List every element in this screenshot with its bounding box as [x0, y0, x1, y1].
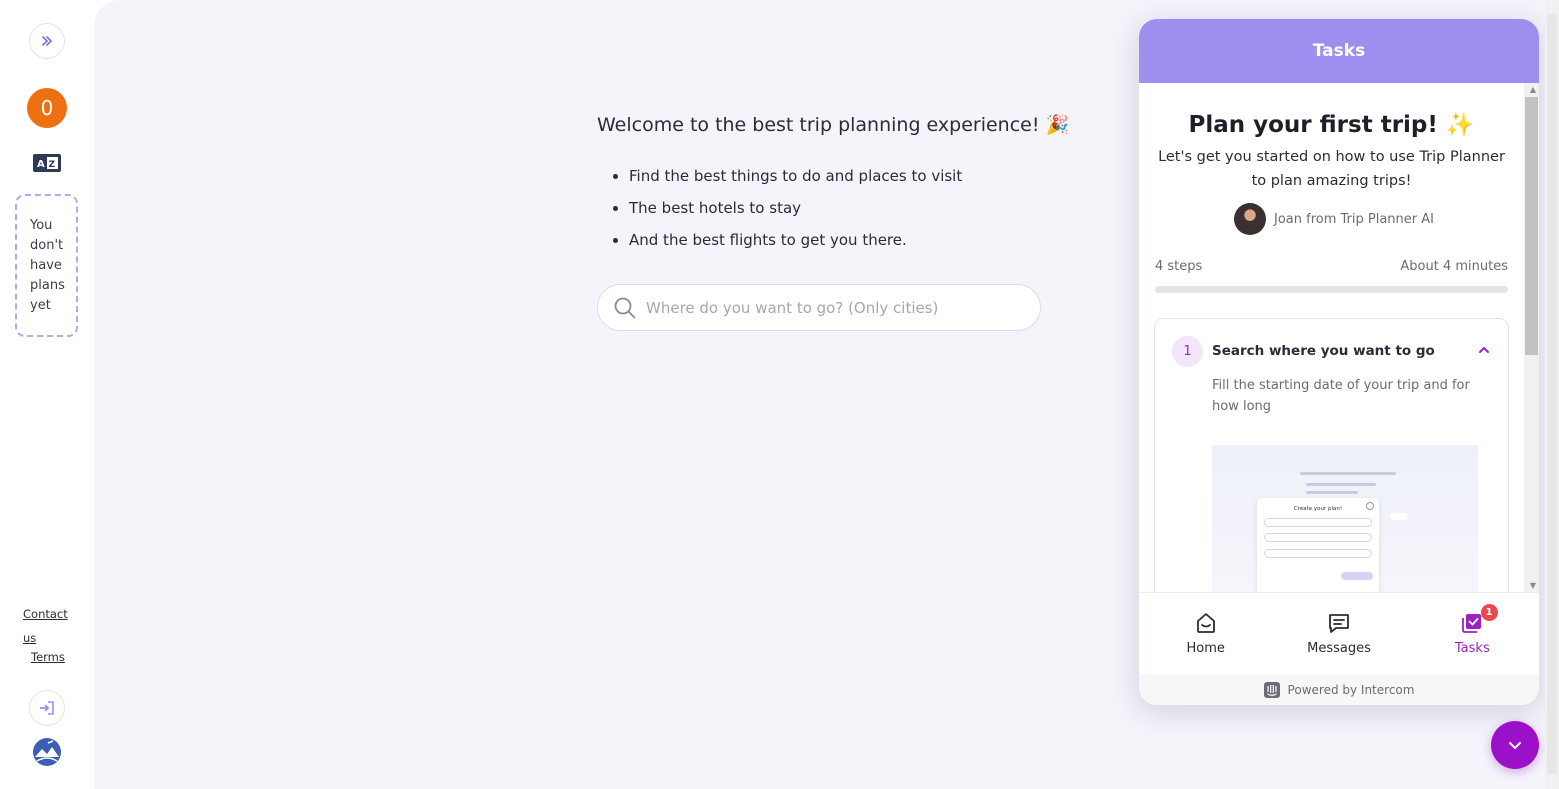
plan-subtitle: Let's get you started on how to use Trip…	[1158, 149, 1505, 189]
intercom-widget: Tasks Plan your first trip! ✨ Let's get …	[1139, 19, 1539, 705]
widget-title: Tasks	[1312, 41, 1366, 61]
list-item: The best hotels to stay	[629, 197, 962, 229]
tasks-badge: 1	[1480, 604, 1498, 621]
empty-plans-text: plans	[30, 278, 65, 293]
terms-link[interactable]: Terms	[31, 650, 65, 664]
empty-plans-text: You	[30, 218, 53, 233]
empty-plans-text: have	[30, 258, 62, 273]
logout-button[interactable]	[29, 690, 65, 726]
intercom-launcher-button[interactable]	[1491, 721, 1539, 769]
trip-planner-logo[interactable]	[32, 737, 62, 767]
expand-sidebar-button[interactable]	[29, 23, 65, 59]
destination-search-input[interactable]	[646, 298, 1026, 317]
feature-list: Find the best things to do and places to…	[629, 165, 962, 261]
nav-tasks-label: Tasks	[1454, 641, 1490, 656]
powered-by-footer[interactable]: Powered by Intercom	[1139, 674, 1539, 705]
search-icon	[614, 297, 636, 318]
author-row: Joan from Trip Planner AI	[1234, 203, 1434, 235]
nav-home-label: Home	[1186, 641, 1225, 656]
nav-tasks[interactable]: Tasks 1	[1406, 593, 1539, 674]
home-icon	[1196, 613, 1215, 633]
widget-scrollbar[interactable]: ▲ ▼	[1524, 83, 1539, 592]
page-scrollbar-thumb[interactable]	[1547, 14, 1557, 774]
list-item: Find the best things to do and places to…	[629, 165, 962, 197]
left-sidebar: 0 A Z You don't have plans yet Contact u…	[0, 0, 94, 789]
step-description: Fill the starting date of your trip and …	[1212, 378, 1470, 414]
scroll-up-icon[interactable]: ▲	[1530, 85, 1536, 94]
author-name: Joan from Trip Planner AI	[1274, 211, 1434, 227]
messages-icon	[1329, 614, 1349, 633]
svg-text:Z: Z	[49, 160, 56, 170]
nav-messages[interactable]: Messages	[1272, 593, 1405, 674]
credits-badge[interactable]: 0	[27, 88, 67, 128]
steps-summary: 4 steps About 4 minutes	[1155, 259, 1508, 274]
scroll-down-icon[interactable]: ▼	[1530, 581, 1536, 590]
double-chevron-right-icon	[42, 36, 53, 46]
contact-us-link[interactable]: Contact us	[23, 602, 71, 650]
chevron-up-icon[interactable]	[1477, 343, 1491, 357]
intercom-icon	[1263, 681, 1280, 698]
nav-home[interactable]: Home	[1139, 593, 1272, 674]
sign-in-icon	[40, 701, 54, 715]
translate-icon[interactable]: A Z	[33, 154, 61, 172]
preview-modal-title: Create your plan!	[1293, 506, 1343, 512]
welcome-heading: Welcome to the best trip planning experi…	[597, 114, 1070, 136]
step-preview-image: Create your plan!	[1212, 445, 1478, 592]
powered-by-text: Powered by Intercom	[1287, 682, 1415, 697]
svg-text:A: A	[37, 159, 45, 170]
widget-body[interactable]: Plan your first trip! ✨ Let's get you st…	[1139, 83, 1539, 592]
widget-nav: Home Messages Tasks 1	[1139, 592, 1539, 674]
steps-count: 4 steps	[1155, 259, 1203, 274]
chevron-down-icon	[1509, 742, 1521, 750]
empty-plans-box: You don't have plans yet	[15, 194, 78, 337]
step-number: 1	[1172, 336, 1203, 367]
plan-title: Plan your first trip! ✨	[1188, 112, 1475, 138]
preview-modal: Create your plan!	[1257, 498, 1379, 592]
step-title[interactable]: Search where you want to go	[1212, 343, 1435, 359]
steps-duration: About 4 minutes	[1400, 259, 1508, 274]
empty-plans-text: yet	[30, 298, 51, 313]
progress-bar	[1155, 286, 1508, 293]
empty-plans-text: don't	[30, 238, 64, 253]
page-scrollbar[interactable]	[1545, 0, 1559, 789]
list-item: And the best flights to get you there.	[629, 229, 962, 261]
step-card[interactable]: 1 Search where you want to go Fill the s…	[1154, 318, 1509, 592]
close-icon	[1366, 502, 1374, 510]
widget-header: Tasks	[1139, 19, 1539, 83]
widget-scrollbar-thumb[interactable]	[1525, 97, 1538, 355]
destination-search[interactable]	[597, 284, 1041, 331]
avatar	[1234, 203, 1266, 235]
nav-messages-label: Messages	[1307, 641, 1371, 656]
